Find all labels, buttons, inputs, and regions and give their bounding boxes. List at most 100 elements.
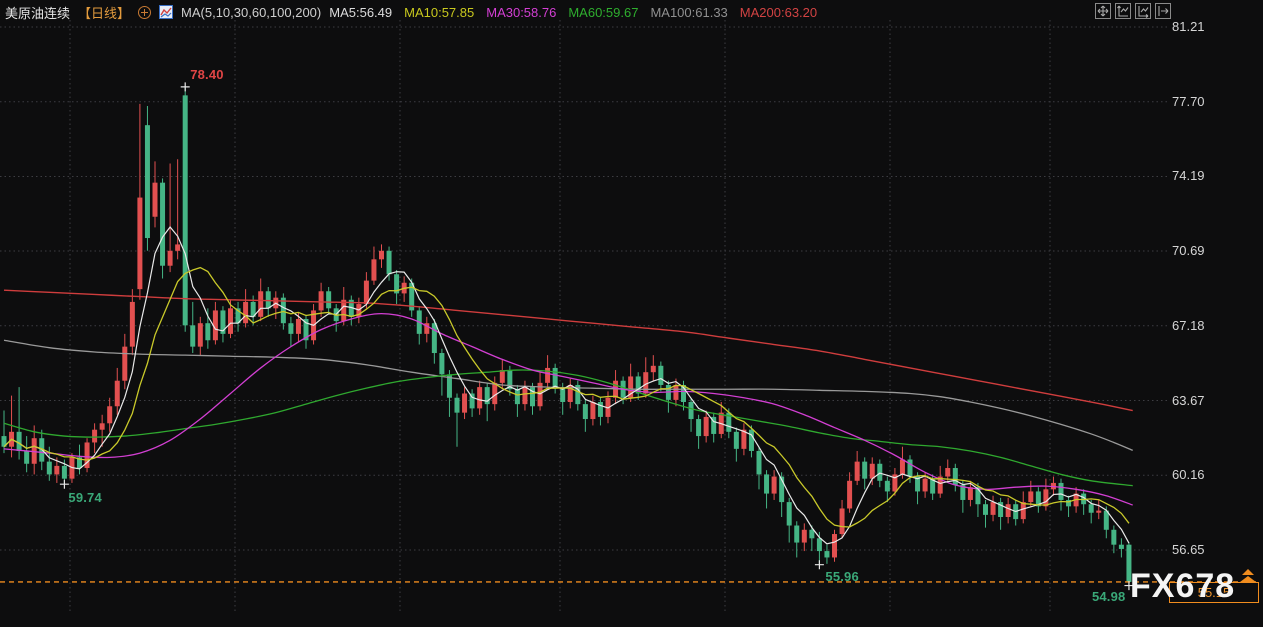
ma-value-ma30: MA30:58.76 [486,5,556,20]
candle-body [787,502,792,525]
candle-body [900,460,905,475]
candle-body [47,462,52,475]
candle-body [991,502,996,515]
ma-value-ma10: MA10:57.85 [404,5,474,20]
candle-body [1059,483,1064,500]
ma-line-ma30 [4,314,1133,505]
candle-body [553,368,558,387]
candle-body [696,419,701,436]
candle-body [145,125,150,238]
move-tool-icon[interactable] [1095,3,1111,19]
candle-body [855,462,860,481]
candle-body [870,464,875,479]
candle-body [953,468,958,485]
scroll-to-latest-icon[interactable] [1240,569,1256,583]
watermark: FX678 [1130,569,1235,603]
y-axis-label: 67.18 [1172,318,1205,333]
candle-body [183,95,188,325]
candle-body [824,551,829,557]
y-axis-label: 60.16 [1172,467,1205,482]
right-axis-scale-icon[interactable] [1135,3,1151,19]
candle-body [764,474,769,493]
candle-body [160,183,165,266]
candle-body [734,432,739,449]
collapse-panel-icon[interactable] [1155,3,1171,19]
candle-body [689,402,694,419]
price-annotation: 55.96 [825,569,859,584]
ma-value-ma60: MA60:59.67 [568,5,638,20]
candle-body [809,530,814,539]
candle-body [1111,530,1116,545]
candle-body [545,368,550,383]
candle-body [817,538,822,551]
candle-body [205,323,210,340]
candle-body [1096,511,1101,513]
candle-body [62,466,67,479]
candle-body [100,423,105,429]
candle-body [190,325,195,346]
candlestick-chart[interactable] [0,0,1263,627]
candle-body [266,291,271,308]
candle-body [243,302,248,323]
ma-value-ma5: MA5:56.49 [329,5,392,20]
symbol-name: 美原油连续 [5,3,70,22]
candle-body [24,451,29,464]
candle-body [175,244,180,250]
y-axis-label: 63.67 [1172,393,1205,408]
ma-line-ma5 [4,227,1129,544]
candle-body [107,406,112,423]
candle-body [862,462,867,479]
candle-body [432,323,437,353]
candle-body [1043,489,1048,506]
candle-body [439,353,444,374]
candle-body [749,430,754,451]
candle-body [1021,502,1026,519]
y-axis-label: 56.65 [1172,542,1205,557]
arrow-top-triangle [1242,569,1254,575]
extreme-cross-marker [181,82,190,91]
candle-body [923,479,928,492]
candle-body [945,468,950,477]
candle-body [983,504,988,515]
indicator-label[interactable]: MA(5,10,30,60,100,200) [181,5,321,20]
candle-body [885,481,890,492]
candle-body [198,323,203,346]
candle-body [1089,504,1094,513]
y-axis-label: 74.19 [1172,168,1205,183]
candle-body [168,251,173,266]
arrow-bottom-triangle [1240,576,1256,582]
candle-body [802,530,807,543]
candle-body [908,460,913,477]
candle-body [319,291,324,310]
candle-body [115,381,120,407]
candle-body [832,534,837,557]
candle-body [455,398,460,413]
ma-values: MA5:56.49 MA10:57.85 MA30:58.76 MA60:59.67 M… [329,5,817,20]
ma-line-ma10 [4,268,1129,527]
mini-chart-icon[interactable] [159,5,173,19]
y-axis-label: 81.21 [1172,19,1205,34]
candle-body [794,526,799,543]
candle-body [379,251,384,260]
candle-body [54,466,59,475]
candle-body [288,323,293,334]
candle-body [137,198,142,290]
period-label[interactable]: 【日线】 [78,3,130,22]
left-axis-scale-icon[interactable] [1115,3,1131,19]
candle-body [840,508,845,534]
chart-window: 美原油连续 【日线】 MA(5,10,30,60,100,200) MA5:56… [0,0,1263,627]
candle-body [757,451,762,474]
candle-body [153,183,158,217]
candle-body [258,291,263,317]
candle-body [877,464,882,481]
chart-toolbar [1095,3,1171,19]
candle-body [477,387,482,408]
candle-body [522,387,527,404]
candle-body [296,319,301,334]
extreme-cross-marker [815,560,824,569]
add-indicator-icon[interactable] [138,6,151,19]
candle-body [326,291,331,308]
candle-body [130,302,135,347]
ma-value-ma200: MA200:63.20 [740,5,817,20]
candle-body [228,308,233,334]
